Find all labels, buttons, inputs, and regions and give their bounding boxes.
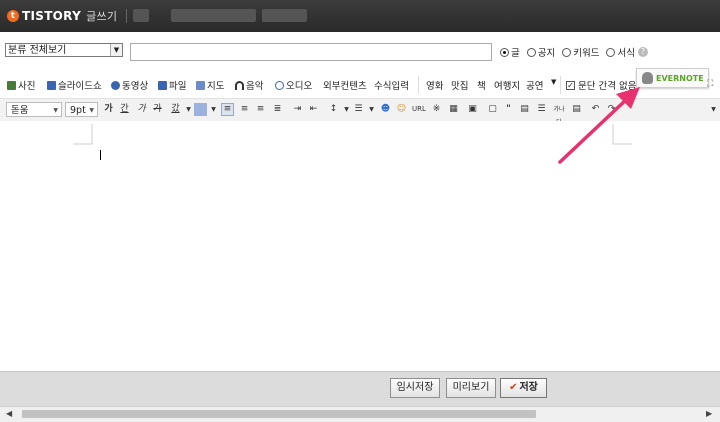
horizontal-scrollbar[interactable]: ◀ ▶ — [0, 406, 720, 422]
scrollbar-thumb[interactable] — [22, 410, 536, 418]
scroll-right-icon[interactable]: ▶ — [706, 409, 712, 418]
annotation-arrow — [558, 87, 640, 164]
scroll-left-icon[interactable]: ◀ — [6, 409, 12, 418]
preview-button[interactable]: 미리보기 — [446, 378, 496, 398]
check-icon: ✔ — [509, 382, 518, 393]
save-label: 저장 — [519, 382, 538, 393]
temp-save-button[interactable]: 임시저장 — [390, 378, 440, 398]
action-bar: 임시저장 미리보기 ✔ 저장 — [0, 371, 720, 407]
save-button[interactable]: ✔ 저장 — [500, 378, 547, 398]
